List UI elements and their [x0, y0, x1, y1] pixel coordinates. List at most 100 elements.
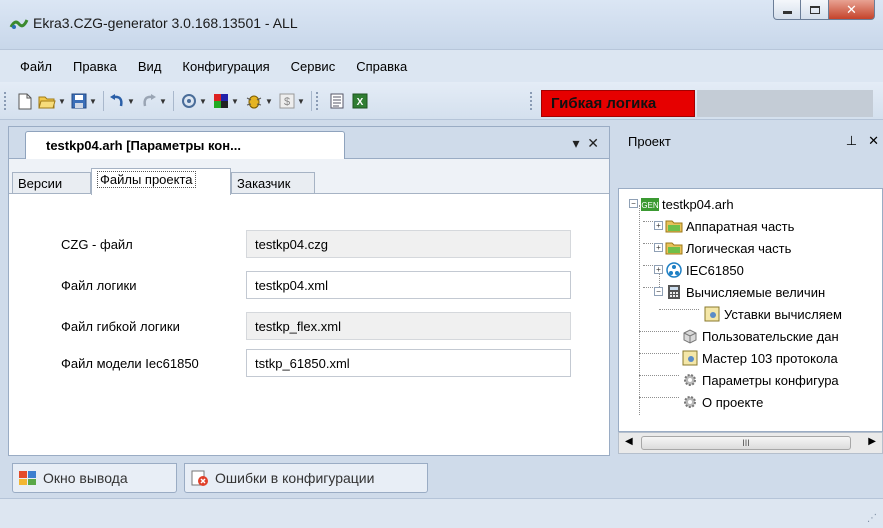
output-window-icon — [19, 470, 37, 486]
minimize-icon — [782, 11, 792, 14]
minimize-button[interactable] — [773, 0, 801, 20]
tab-project-files[interactable]: Файлы проекта — [91, 168, 231, 195]
close-panel-icon[interactable]: ✕ — [868, 133, 879, 148]
box-icon — [681, 328, 699, 344]
save-button[interactable]: ▼ — [70, 91, 98, 111]
tree-label: testkp04.arh — [662, 196, 734, 212]
flex-logic-file-field[interactable]: testkp_flex.xml — [246, 312, 571, 340]
tree-label: Вычисляемые величин — [686, 284, 826, 300]
close-button[interactable]: ✕ — [829, 0, 875, 20]
tree-item-iec61850[interactable]: IEC61850 — [665, 259, 744, 281]
menu-edit[interactable]: Правка — [73, 59, 117, 74]
color-palette-button[interactable]: ▼ — [212, 91, 240, 111]
settings-doc-icon — [703, 306, 721, 322]
flex-logic-indicator[interactable]: Гибкая логика — [541, 90, 695, 117]
tree-label: Уставки вычисляем — [724, 306, 842, 322]
pin-icon[interactable]: ⊥ — [846, 133, 857, 148]
project-panel-title: Проект — [628, 134, 671, 149]
tab-label: Файлы проекта — [97, 171, 196, 188]
tree-item-root[interactable]: GEN testkp04.arh — [641, 193, 734, 215]
redo-button[interactable]: ▼ — [140, 91, 168, 111]
collapse-toggle[interactable]: − — [629, 199, 638, 208]
project-panel: Проект ⊥ ✕ − + + + − GEN testkp04.arh Ап… — [618, 126, 883, 456]
czg-file-field[interactable]: testkp04.czg — [246, 230, 571, 258]
excel-button[interactable]: X — [350, 91, 370, 111]
excel-icon: X — [352, 93, 368, 109]
tree-horizontal-scrollbar[interactable]: ◀ III ▶ — [618, 432, 883, 454]
tree-item-master-103[interactable]: Мастер 103 протокола — [681, 347, 838, 369]
field-row-czg: CZG - файл testkp04.czg — [9, 230, 609, 258]
refresh-icon — [182, 94, 197, 108]
logic-file-field[interactable]: testkp04.xml — [246, 271, 571, 299]
toolbar-grip[interactable] — [316, 92, 318, 110]
tree-line — [659, 309, 699, 310]
title-bar: Ekra3.CZG-generator 3.0.168.13501 - ALL … — [0, 0, 883, 50]
menu-view[interactable]: Вид — [138, 59, 162, 74]
menu-configuration[interactable]: Конфигурация — [182, 59, 269, 74]
close-icon: ✕ — [846, 1, 857, 17]
tab-config-errors[interactable]: Ошибки в конфигурации — [184, 463, 428, 493]
menu-help[interactable]: Справка — [356, 59, 407, 74]
logic-file-label: Файл логики — [61, 278, 137, 293]
tree-item-logic[interactable]: Логическая часть — [665, 237, 791, 259]
color-palette-icon — [214, 94, 229, 108]
menu-file[interactable]: Файл — [20, 59, 52, 74]
tree-item-hardware[interactable]: Аппаратная часть — [665, 215, 794, 237]
tab-label: Версии — [18, 176, 63, 191]
tree-item-config-params[interactable]: Параметры конфигура — [681, 369, 839, 391]
settings-doc-icon — [681, 350, 699, 366]
tree-item-about[interactable]: О проекте — [681, 391, 763, 413]
error-icon — [191, 470, 209, 486]
tab-versions[interactable]: Версии — [12, 172, 91, 194]
debug-button[interactable]: ▼ — [244, 91, 274, 111]
tab-customer[interactable]: Заказчик — [231, 172, 315, 194]
maximize-icon — [809, 5, 820, 14]
document-tab-controls: ▾ ✕ — [572, 135, 599, 152]
document-panel: testkp04.arh [Параметры кон... ▾ ✕ Верси… — [8, 126, 610, 456]
close-tab-icon[interactable]: ✕ — [587, 135, 599, 151]
field-row-flex-logic: Файл гибкой логики testkp_flex.xml — [9, 312, 609, 340]
currency-button[interactable]: $ ▼ — [278, 91, 306, 111]
tree-label: Параметры конфигура — [702, 372, 839, 388]
field-row-iec-model: Файл модели Iec61850 tstkp_61850.xml — [9, 349, 609, 377]
field-row-logic: Файл логики testkp04.xml — [9, 271, 609, 299]
gear-icon — [681, 394, 699, 410]
undo-button[interactable]: ▼ — [108, 91, 136, 111]
expand-toggle[interactable]: + — [654, 265, 663, 274]
iec-model-file-field[interactable]: tstkp_61850.xml — [246, 349, 571, 377]
tree-label: IEC61850 — [686, 262, 744, 278]
new-button[interactable] — [16, 91, 34, 111]
project-tree: − + + + − GEN testkp04.arh Аппаратная ча… — [618, 188, 883, 432]
new-icon — [18, 93, 32, 109]
open-icon — [38, 96, 56, 108]
redo-icon — [143, 94, 157, 107]
project-files-page: CZG - файл testkp04.czg Файл логики test… — [9, 193, 609, 455]
maximize-button[interactable] — [801, 0, 829, 20]
expand-toggle[interactable]: + — [654, 221, 663, 230]
document-tab[interactable]: testkp04.arh [Параметры кон... — [25, 131, 345, 159]
scroll-right-icon[interactable]: ▶ — [868, 436, 876, 447]
expand-toggle[interactable]: + — [654, 243, 663, 252]
document-tabstrip: testkp04.arh [Параметры кон... ▾ ✕ — [9, 127, 609, 159]
scroll-thumb[interactable]: III — [641, 436, 851, 450]
open-button[interactable]: ▼ — [38, 91, 66, 111]
tree-item-user-data[interactable]: Пользовательские дан — [681, 325, 839, 347]
menu-service[interactable]: Сервис — [291, 59, 336, 74]
scroll-left-icon[interactable]: ◀ — [625, 436, 633, 447]
refresh-button[interactable]: ▼ — [180, 91, 208, 111]
tab-output-window[interactable]: Окно вывода — [12, 463, 177, 493]
project-panel-controls: ⊥ ✕ — [846, 133, 879, 149]
resize-grip-icon[interactable]: ⋰ — [867, 513, 877, 524]
toolbar-grip[interactable] — [530, 92, 532, 110]
tree-item-calc-settings[interactable]: Уставки вычисляем — [703, 303, 842, 325]
calculator-icon — [665, 284, 683, 300]
tree-line — [639, 353, 679, 354]
collapse-toggle[interactable]: − — [654, 287, 663, 296]
toolbar-grip[interactable] — [4, 92, 6, 110]
document-button[interactable] — [327, 91, 347, 111]
app-icon — [9, 17, 29, 31]
tree-item-calculated[interactable]: Вычисляемые величин — [665, 281, 825, 303]
dropdown-icon[interactable]: ▾ — [572, 135, 579, 151]
project-panel-header: Проект ⊥ ✕ — [618, 126, 883, 156]
toolbar-separator — [311, 91, 312, 111]
